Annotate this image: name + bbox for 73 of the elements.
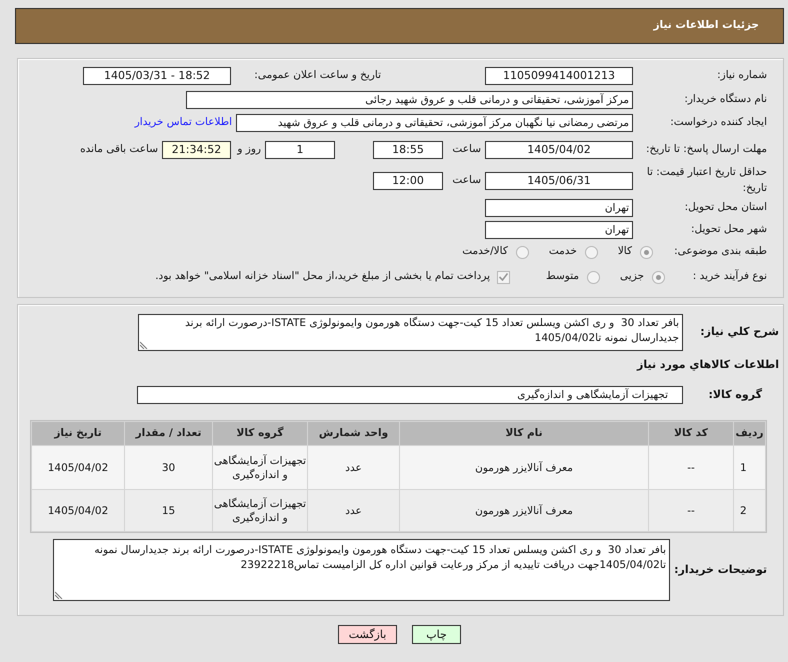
table-cell: تجهیزات آزمایشگاهی و اندازه‌گیری: [213, 490, 307, 531]
table-cell: --: [649, 446, 733, 489]
field-label: تاریخ و ساعت اعلان عمومی:: [254, 69, 381, 82]
column-header: گروه کالا: [213, 422, 307, 445]
date-field[interactable]: 1405/04/02: [485, 141, 633, 159]
field-label: ساعت باقی مانده: [80, 142, 158, 158]
field-label: شرح کلي نياز:: [700, 325, 779, 338]
column-header: کد کالا: [649, 422, 733, 445]
radio-button[interactable]: [587, 270, 600, 284]
resize-grip-icon[interactable]: [55, 591, 63, 599]
table-cell: 1: [734, 446, 765, 489]
field-label: گروه کالا:: [708, 388, 762, 401]
field-label: نوع فرآیند خرید :: [692, 270, 767, 282]
field-label: ساعت: [451, 173, 481, 188]
requester-field[interactable]: مرتضی رمضانی نیا نگهبان مرکز آموزشی، تحقیقاتی و درمانی قلب و عروق شهید: [236, 114, 633, 132]
column-header: واحد شمارش: [308, 422, 399, 445]
table-cell: 1405/04/02: [32, 446, 124, 489]
table-cell: 1405/04/02: [32, 490, 124, 531]
radio-label: متوسط: [546, 269, 580, 284]
field-label: روز و: [236, 142, 261, 158]
field-label: طبقه بندی موضوعی:: [674, 245, 767, 258]
date-field[interactable]: 1405/06/31: [485, 172, 633, 190]
field-label: شهر محل تحویل:: [691, 223, 767, 236]
radio-label: جزیی: [620, 269, 644, 284]
print-button[interactable]: چاپ: [412, 625, 461, 644]
table-cell: معرف آنالایزر هورمون: [400, 490, 648, 531]
remaining-time-field[interactable]: 21:34:52: [162, 141, 231, 159]
field-label: شماره نیاز:: [717, 69, 767, 82]
province-field[interactable]: تهران: [485, 199, 633, 217]
table-cell: 30: [125, 446, 212, 489]
buyer-org-field[interactable]: مرکز آموزشی، تحقیقاتی و درمانی قلب و عروق شهید رجائی: [186, 90, 633, 108]
description-textarea[interactable]: بافر تعداد 30 و ری اکشن ویسلس تعداد 15 کیت-جهت دستگاه هورمون وایمونولوژی ISTATE-درصورت ارائه برند جدیدارسال نمونه تا1405/04/02: [138, 314, 683, 351]
radio-button[interactable]: [652, 270, 665, 284]
back-button[interactable]: بازگشت: [338, 625, 397, 644]
page-title: جزئیات اطلاعات نیاز: [654, 18, 759, 34]
table-cell: عدد: [308, 446, 399, 489]
field-label: نام دستگاه خریدار:: [684, 92, 767, 105]
radio-button[interactable]: [640, 246, 653, 258]
field-label: توضیحات خریدار:: [674, 562, 767, 576]
field-label: ایجاد کننده درخواست:: [670, 116, 767, 128]
field-label: حداقل تاریخ اعتبار قیمت: تا تاریخ:: [646, 166, 767, 194]
table-cell: تجهیزات آزمایشگاهی و اندازه‌گیری: [213, 446, 307, 489]
table-cell: --: [649, 490, 733, 531]
table-cell: عدد: [308, 490, 399, 531]
table-cell: معرف آنالایزر هورمون: [400, 446, 648, 489]
city-field[interactable]: تهران: [485, 221, 633, 239]
column-header: تاریخ نیاز: [32, 422, 124, 445]
field-label: ساعت: [451, 142, 481, 158]
field-label: مهلت ارسال پاسخ: تا تاریخ:: [646, 143, 767, 156]
need-number-field[interactable]: 1105099414001213: [485, 67, 633, 85]
section-title: اطلاعات کالاهاي مورد نياز: [637, 356, 779, 373]
buyer-notes-textarea[interactable]: بافر تعداد 30 و ری اکشن ویسلس تعداد 15 کیت-جهت دستگاه هورمون وایمونولوژی ISTATE-درصورت ارائه برند جدیدارسال نمونه تا1405/04/02جهت دریافت تاییدیه از مرکز ورعایت قوانین اداره کل الزامیست تماس23922218: [53, 539, 670, 601]
radio-button[interactable]: [516, 246, 529, 258]
announcement-date-field[interactable]: 1405/03/31 - 18:52: [83, 67, 231, 85]
column-header: ردیف: [734, 422, 765, 445]
checkmark-icon: [499, 273, 508, 281]
time-field[interactable]: 18:55: [373, 141, 443, 159]
table-cell: 2: [734, 490, 765, 531]
checkbox[interactable]: [497, 270, 510, 284]
time-field[interactable]: 12:00: [373, 172, 443, 190]
column-header: نام کالا: [400, 422, 648, 445]
contact-link[interactable]: اطلاعات تماس خریدار: [134, 114, 232, 130]
table-cell: 15: [125, 490, 212, 531]
checkbox-label: پرداخت تمام یا بخشی از مبلغ خرید،از محل "اسناد خزانه اسلامی" خواهد بود.: [155, 269, 490, 284]
days-field[interactable]: 1: [265, 141, 335, 159]
product-group-field[interactable]: تجهیزات آزمایشگاهی و اندازه‌گیری: [137, 386, 683, 404]
column-header: تعداد / مقدار: [125, 422, 212, 445]
radio-label: کالا/خدمت: [462, 244, 508, 260]
radio-button[interactable]: [584, 246, 598, 258]
field-label: استان محل تحویل:: [684, 201, 767, 214]
radio-label: کالا: [618, 244, 632, 260]
resize-grip-icon[interactable]: [140, 341, 148, 349]
radio-label: خدمت: [548, 244, 577, 260]
